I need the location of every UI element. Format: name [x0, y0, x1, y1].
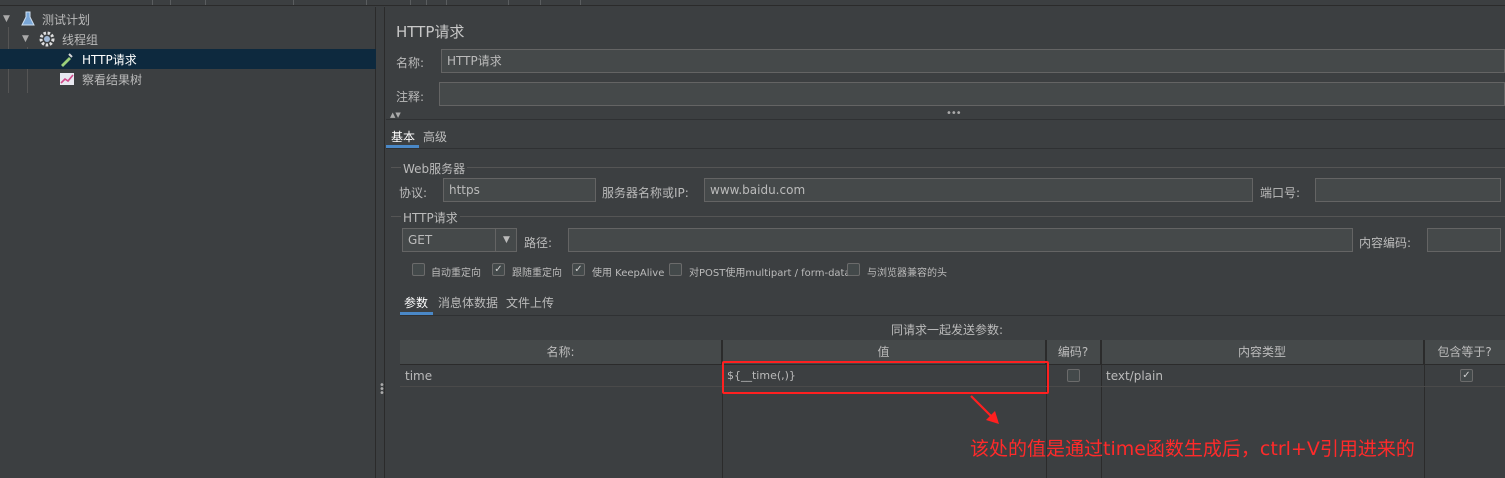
- column-divider: [1424, 340, 1425, 478]
- splitter[interactable]: [377, 7, 385, 478]
- auto-redirect-checkbox[interactable]: [412, 263, 425, 276]
- column-header-include-equals[interactable]: 包含等于?: [1424, 340, 1505, 365]
- column-header-name[interactable]: 名称:: [400, 340, 722, 365]
- multipart-label: 对POST使用multipart / form-data: [689, 268, 851, 279]
- name-label: 名称:: [396, 56, 425, 70]
- keepalive-label: 使用 KeepAlive: [592, 268, 665, 279]
- server-field[interactable]: www.baidu.com: [704, 178, 1253, 202]
- tab-body-data[interactable]: 消息体数据: [438, 294, 498, 311]
- annotation-arrow-icon: [970, 395, 999, 424]
- keepalive-checkbox[interactable]: ✓: [572, 263, 585, 276]
- encoding-label: 内容编码:: [1359, 236, 1412, 250]
- content-type-cell[interactable]: text/plain: [1101, 366, 1424, 386]
- tab-basic[interactable]: 基本: [391, 128, 415, 145]
- path-field[interactable]: [568, 228, 1353, 252]
- multipart-checkbox[interactable]: [669, 263, 682, 276]
- name-field[interactable]: HTTP请求: [441, 49, 1505, 73]
- chevron-down-icon[interactable]: ▼: [495, 229, 516, 251]
- tree-item-http-request[interactable]: HTTP请求: [0, 49, 376, 69]
- tab-file-upload[interactable]: 文件上传: [506, 294, 554, 311]
- follow-redirect-label: 跟随重定向: [512, 268, 562, 279]
- value-highlight-box: [722, 361, 1049, 394]
- tree-item-label: 测试计划: [42, 12, 91, 27]
- method-value: GET: [408, 233, 433, 247]
- splitter-handle-icon[interactable]: • • •: [379, 381, 385, 400]
- collapse-arrows-icon[interactable]: ▲▼: [390, 111, 401, 119]
- web-server-group-label: Web服务器: [401, 160, 468, 177]
- tree-item-label: HTTP请求: [82, 52, 137, 67]
- column-header-encode[interactable]: 编码?: [1046, 340, 1101, 365]
- test-plan-tree: ▼ 测试计划 ▼ 线程组 HTTP请求 察看结果树: [0, 7, 376, 478]
- encoding-field[interactable]: [1427, 228, 1501, 252]
- tab-advanced[interactable]: 高级: [423, 128, 447, 145]
- pipette-icon: [61, 53, 73, 67]
- divider-handle-icon[interactable]: •••: [946, 108, 962, 119]
- protocol-label: 协议:: [399, 186, 428, 200]
- port-label: 端口号:: [1260, 186, 1301, 200]
- flask-icon: [21, 11, 35, 26]
- path-label: 路径:: [524, 236, 553, 250]
- divider: [386, 119, 1505, 120]
- encode-checkbox[interactable]: [1067, 369, 1080, 382]
- tree-item-thread-group[interactable]: ▼ 线程组: [0, 29, 376, 49]
- include-equals-checkbox[interactable]: ✓: [1460, 369, 1473, 382]
- chart-icon: [60, 73, 74, 85]
- column-header-content-type[interactable]: 内容类型: [1101, 340, 1424, 365]
- param-name-cell[interactable]: time: [400, 366, 722, 386]
- auto-redirect-label: 自动重定向: [431, 268, 481, 279]
- http-request-panel: HTTP请求 名称: HTTP请求 注释: ▲▼ ••• 基本 高级 Web服务…: [386, 7, 1505, 478]
- tree-item-view-results-tree[interactable]: 察看结果树: [0, 69, 376, 89]
- params-caption: 同请求一起发送参数:: [891, 323, 1004, 337]
- chevron-down-icon[interactable]: ▼: [3, 14, 10, 24]
- panel-title: HTTP请求: [396, 23, 465, 41]
- protocol-field[interactable]: https: [443, 178, 596, 202]
- browser-headers-checkbox[interactable]: [847, 263, 860, 276]
- tree-item-test-plan[interactable]: ▼ 测试计划: [0, 9, 376, 29]
- toolbar-strip: [0, 0, 1505, 6]
- tab-divider: [386, 148, 1505, 149]
- comment-field[interactable]: [439, 82, 1505, 106]
- group-border: [391, 167, 1505, 168]
- method-select[interactable]: GET ▼: [402, 228, 517, 252]
- port-field[interactable]: [1315, 178, 1501, 202]
- tab-parameters[interactable]: 参数: [404, 294, 428, 311]
- tree-item-label: 察看结果树: [82, 72, 143, 87]
- group-border: [391, 216, 1505, 217]
- tree-item-label: 线程组: [62, 32, 99, 47]
- chevron-down-icon[interactable]: ▼: [22, 34, 29, 44]
- tab-divider: [400, 315, 1505, 316]
- annotation-note: 该处的值是通过time函数生成后，ctrl+V引用进来的: [970, 438, 1415, 460]
- gear-icon: [39, 31, 55, 47]
- http-request-group-label: HTTP请求: [401, 209, 460, 226]
- server-label: 服务器名称或IP:: [602, 186, 689, 200]
- browser-headers-label: 与浏览器兼容的头: [867, 268, 947, 279]
- comment-label: 注释:: [396, 90, 425, 104]
- follow-redirect-checkbox[interactable]: ✓: [492, 263, 505, 276]
